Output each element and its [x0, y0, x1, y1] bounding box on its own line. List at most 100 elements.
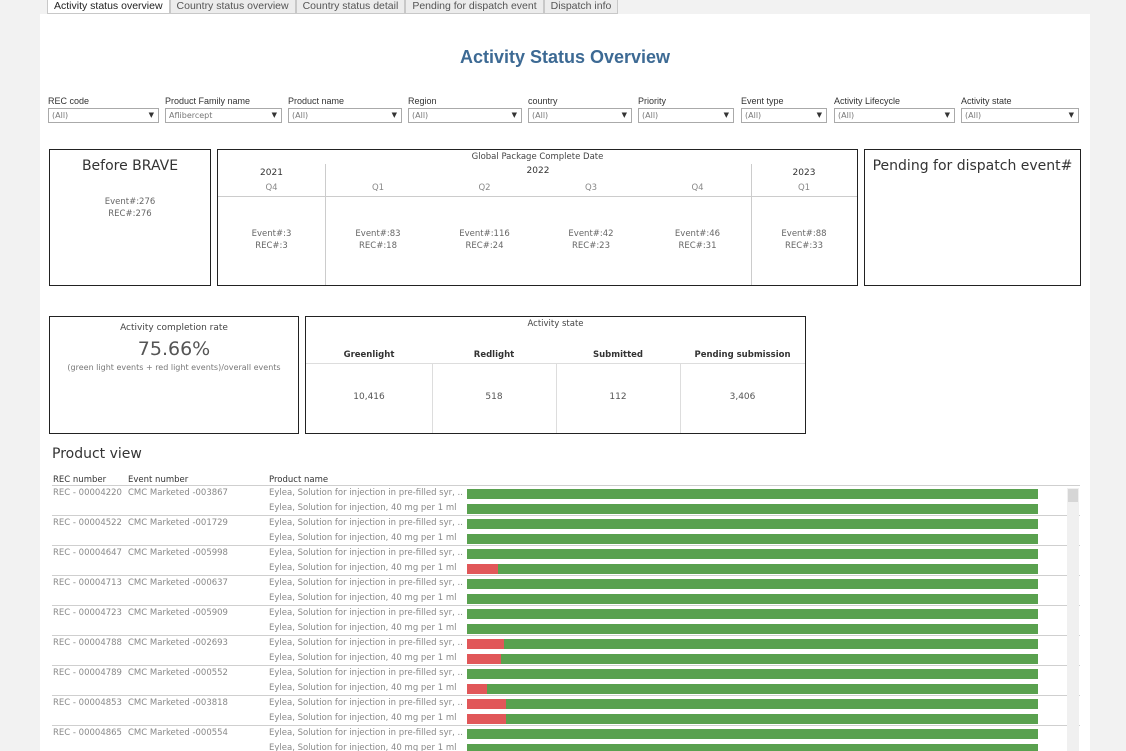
filter-product-name-select[interactable]: (All) ▼: [288, 108, 402, 123]
table-row-line: REC - 00004788 CMC Marketed -002693 Eylea,…: [52, 636, 1080, 651]
table-row[interactable]: REC - 00004865 CMC Marketed -000554 Eylea,…: [52, 725, 1080, 751]
rec-number-cell: REC - 00004789: [53, 668, 122, 678]
filter-label: Region: [408, 96, 437, 106]
product-name-cell: Eylea, Solution for injection, 40 mg per…: [269, 713, 457, 723]
status-bar[interactable]: [467, 534, 1038, 544]
tab-pending-for-dispatch-event[interactable]: Pending for dispatch event: [405, 0, 544, 14]
filter-value: (All): [412, 111, 429, 120]
quarter-label: Q4: [265, 183, 278, 193]
product-name-cell: Eylea, Solution for injection in pre-fil…: [269, 578, 463, 588]
status-bar[interactable]: [467, 609, 1038, 619]
event-number-cell: CMC Marketed -000637: [128, 578, 228, 588]
filter-priority-select[interactable]: (All) ▼: [638, 108, 734, 123]
status-bar-red-segment: [467, 654, 502, 664]
redlight-value: 518: [485, 392, 503, 402]
status-bar[interactable]: [467, 489, 1038, 499]
product-view-title: Product view: [52, 446, 142, 462]
status-bar[interactable]: [467, 504, 1038, 514]
pending-dispatch-title: Pending for dispatch event#: [872, 158, 1073, 174]
status-bar[interactable]: [467, 519, 1038, 529]
status-bar-red-segment: [467, 639, 505, 649]
tab-activity-status-overview[interactable]: Activity status overview: [47, 0, 170, 14]
tab-country-status-overview[interactable]: Country status overview: [169, 0, 296, 14]
table-row-line: REC - 00004713 CMC Marketed -000637 Eylea,…: [52, 576, 1080, 591]
table-row[interactable]: REC - 00004723 CMC Marketed -005909 Eylea,…: [52, 605, 1080, 635]
table-row[interactable]: REC - 00004789 CMC Marketed -000552 Eylea,…: [52, 665, 1080, 695]
dropdown-arrow-icon: ▼: [1068, 111, 1074, 119]
activity-state-header: Submitted: [592, 350, 643, 360]
filter-event-type-select[interactable]: (All) ▼: [741, 108, 827, 123]
table-row[interactable]: REC - 00004713 CMC Marketed -000637 Eylea,…: [52, 575, 1080, 605]
table-row-line: Eylea, Solution for injection, 40 mg per…: [52, 651, 1080, 666]
gp-cell: Event#:88 REC#:33: [751, 228, 857, 252]
year-2023: 2023: [792, 168, 816, 178]
tab-bar: Activity status overview Country status …: [47, 0, 619, 14]
dropdown-arrow-icon: ▼: [621, 111, 627, 119]
filter-value: (All): [532, 111, 549, 120]
completion-title: Activity completion rate: [120, 323, 228, 333]
filter-product-family-select[interactable]: Aflibercept ▼: [165, 108, 282, 123]
rec-number-cell: REC - 00004853: [53, 698, 122, 708]
status-bar[interactable]: [467, 594, 1038, 604]
product-name-cell: Eylea, Solution for injection, 40 mg per…: [269, 743, 457, 751]
table-row[interactable]: REC - 00004788 CMC Marketed -002693 Eylea,…: [52, 635, 1080, 665]
table-row[interactable]: REC - 00004853 CMC Marketed -003818 Eylea,…: [52, 695, 1080, 725]
completion-rate-panel: Activity completion rate 75.66% (green l…: [49, 316, 299, 434]
vertical-scrollbar[interactable]: [1067, 488, 1079, 751]
status-bar[interactable]: [467, 549, 1038, 559]
dropdown-arrow-icon: ▼: [511, 111, 517, 119]
rec-number-cell: REC - 00004220: [53, 488, 122, 498]
status-bar[interactable]: [467, 564, 1038, 574]
filter-value: (All): [642, 111, 659, 120]
filter-event-type: Event type (All) ▼: [741, 96, 827, 123]
status-bar[interactable]: [467, 639, 1038, 649]
rec-number-cell: REC - 00004522: [53, 518, 122, 528]
event-number-cell: CMC Marketed -000552: [128, 668, 228, 678]
status-bar[interactable]: [467, 744, 1038, 751]
table-row-line: REC - 00004220 CMC Marketed -003867 Eylea,…: [52, 486, 1080, 501]
filter-activity-lifecycle-select[interactable]: (All) ▼: [834, 108, 955, 123]
divider: [325, 164, 326, 285]
table-row[interactable]: REC - 00004522 CMC Marketed -001729 Eylea,…: [52, 515, 1080, 545]
dropdown-arrow-icon: ▼: [391, 111, 397, 119]
filter-country-select[interactable]: (All) ▼: [528, 108, 632, 123]
year-2021: 2021: [260, 168, 283, 178]
product-name-cell: Eylea, Solution for injection in pre-fil…: [269, 668, 463, 678]
dropdown-arrow-icon: ▼: [148, 111, 154, 119]
status-bar[interactable]: [467, 624, 1038, 634]
table-row[interactable]: REC - 00004220 CMC Marketed -003867 Eylea,…: [52, 485, 1080, 515]
scrollbar-thumb[interactable]: [1068, 489, 1078, 502]
activity-state-header: Greenlight: [343, 350, 395, 360]
status-bar-red-segment: [467, 699, 506, 709]
status-bar[interactable]: [467, 684, 1038, 694]
status-bar[interactable]: [467, 654, 1038, 664]
filter-region: Region (All) ▼: [408, 96, 522, 123]
status-bar[interactable]: [467, 714, 1038, 724]
filter-activity-state-select[interactable]: (All) ▼: [961, 108, 1079, 123]
col-header-product-name[interactable]: Product name: [269, 475, 328, 485]
col-header-rec-number[interactable]: REC number: [53, 475, 106, 485]
gp-cell-event: Event#:42: [568, 229, 614, 239]
dropdown-arrow-icon: ▼: [723, 111, 729, 119]
status-bar[interactable]: [467, 669, 1038, 679]
filter-label: Event type: [741, 96, 784, 106]
col-header-event-number[interactable]: Event number: [128, 475, 188, 485]
product-name-cell: Eylea, Solution for injection in pre-fil…: [269, 518, 463, 528]
quarter-label: Q1: [371, 183, 385, 193]
table-row[interactable]: REC - 00004647 CMC Marketed -005998 Eylea,…: [52, 545, 1080, 575]
tab-country-status-detail[interactable]: Country status detail: [295, 0, 406, 14]
event-number-cell: CMC Marketed -005909: [128, 608, 228, 618]
pending-dispatch-panel: Pending for dispatch event#: [864, 149, 1081, 286]
status-bar[interactable]: [467, 699, 1038, 709]
product-name-cell: Eylea, Solution for injection, 40 mg per…: [269, 683, 457, 693]
status-bar[interactable]: [467, 729, 1038, 739]
gp-cell-rec: REC#:18: [358, 241, 397, 251]
filter-activity-state: Activity state (All) ▼: [961, 96, 1079, 123]
status-bar[interactable]: [467, 579, 1038, 589]
filter-value: (All): [292, 111, 309, 120]
gp-cell-rec: REC#:23: [571, 241, 610, 251]
tab-dispatch-info[interactable]: Dispatch info: [543, 0, 619, 14]
rec-number-cell: REC - 00004788: [53, 638, 122, 648]
filter-rec-code-select[interactable]: (All) ▼: [48, 108, 159, 123]
filter-region-select[interactable]: (All) ▼: [408, 108, 522, 123]
